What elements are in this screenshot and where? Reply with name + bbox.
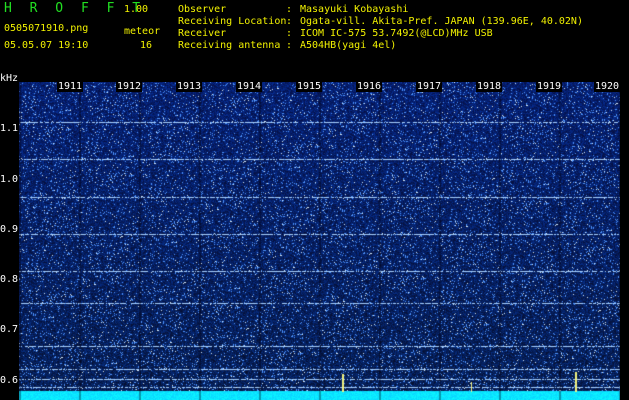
hour-label: 1912 bbox=[116, 81, 143, 92]
info-colon: : bbox=[286, 16, 293, 27]
info-antenna: Receiving antenna : A504HB(yagi 4el) bbox=[178, 40, 396, 52]
y-tick-label: 1.0 bbox=[0, 174, 19, 185]
app-version: 1.00 bbox=[124, 4, 149, 15]
hour-label: 1920 bbox=[594, 81, 621, 92]
info-colon: : bbox=[286, 40, 293, 51]
hour-label: 1918 bbox=[476, 81, 503, 92]
info-value: A504HB(yagi 4el) bbox=[300, 40, 397, 51]
hour-label: 1917 bbox=[416, 81, 443, 92]
info-location: Receiving Location : Ogata-vill. Akita-P… bbox=[178, 16, 583, 28]
y-tick-label: 0.6 bbox=[0, 375, 19, 386]
y-tick-label: 0.7 bbox=[0, 324, 19, 335]
info-label: Observer bbox=[178, 4, 227, 15]
y-tick-label: 0.9 bbox=[0, 224, 19, 235]
info-label: Receiver bbox=[178, 28, 227, 39]
info-observer: Observer : Masayuki Kobayashi bbox=[178, 4, 408, 16]
meteor-count: 16 bbox=[140, 40, 153, 51]
info-colon: : bbox=[286, 4, 293, 15]
hour-label: 1914 bbox=[236, 81, 263, 92]
info-value: Masayuki Kobayashi bbox=[300, 4, 409, 15]
info-receiver: Receiver : ICOM IC-575 53.7492(@LCD)MHz … bbox=[178, 28, 493, 40]
file-name: 0505071910.png bbox=[4, 23, 89, 34]
info-label: Receiving Location bbox=[178, 16, 287, 27]
info-label: Receiving antenna bbox=[178, 40, 281, 51]
y-axis-unit: kHz bbox=[0, 73, 19, 84]
info-colon: : bbox=[286, 28, 293, 39]
info-value: ICOM IC-575 53.7492(@LCD)MHz USB bbox=[300, 28, 493, 39]
hour-label: 1911 bbox=[57, 81, 84, 92]
hour-label: 1916 bbox=[356, 81, 383, 92]
observation-datetime: 05.05.07 19:10 bbox=[4, 40, 89, 51]
y-tick-label: 0.8 bbox=[0, 274, 19, 285]
info-value: Ogata-vill. Akita-Pref. JAPAN (139.96E, … bbox=[300, 16, 583, 27]
hour-label: 1919 bbox=[536, 81, 563, 92]
hroft-window: H R O F F T 1.00 0505071910.png meteor 0… bbox=[0, 0, 629, 400]
meteor-label: meteor bbox=[124, 26, 161, 37]
hour-label: 1915 bbox=[296, 81, 323, 92]
hour-label: 1913 bbox=[176, 81, 203, 92]
y-tick-label: 1.1 bbox=[0, 123, 19, 134]
spectrogram bbox=[19, 82, 620, 400]
